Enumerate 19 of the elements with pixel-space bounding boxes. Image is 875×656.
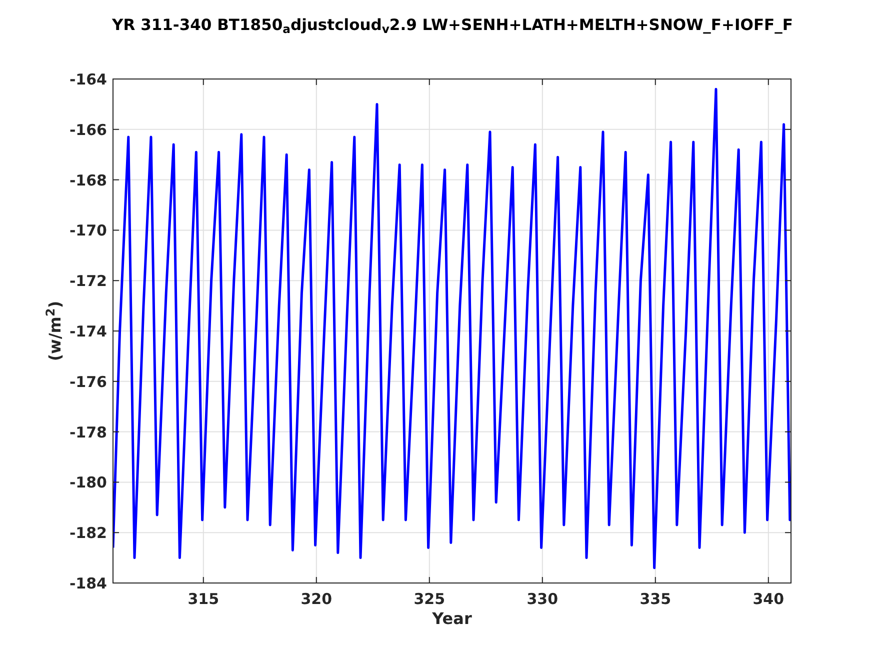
- tick-label: -170: [69, 222, 107, 240]
- tick-label: 340: [752, 590, 784, 608]
- tick-label: -164: [69, 70, 107, 88]
- tick-label: -172: [69, 272, 107, 290]
- tick-label: 325: [414, 590, 446, 608]
- tick-label: 330: [526, 590, 558, 608]
- tick-label: -184: [69, 574, 107, 592]
- tick-label: -176: [69, 372, 107, 391]
- tick-label: -182: [69, 524, 107, 542]
- tick-label: -180: [69, 474, 107, 492]
- tick-label: -178: [69, 423, 107, 442]
- tick-label: -166: [69, 120, 107, 139]
- tick-label: 320: [300, 590, 332, 608]
- tick-label: -174: [69, 322, 107, 340]
- tick-label: 315: [188, 590, 220, 608]
- tick-label: 335: [640, 590, 672, 608]
- axis-title: Year: [432, 609, 472, 628]
- chart-title: YR 311-340 BT1850$_{a}$djustcloud$_{v}$2.9 LW+SENH+LATH+MELTH+SNOW_F+IOFF_F: [111, 16, 794, 35]
- tick-label: -168: [69, 171, 107, 190]
